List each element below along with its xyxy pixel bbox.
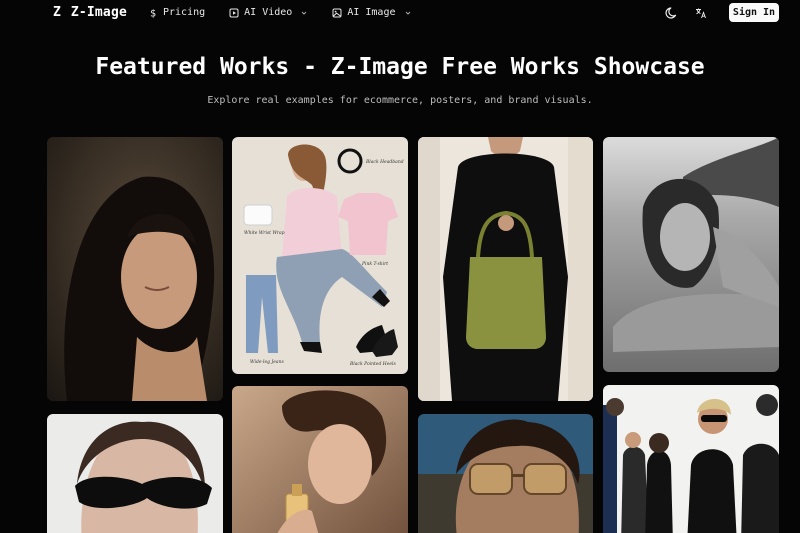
main-nav: $ Pricing AI Video AI Image [148,7,436,18]
nav-ai-image-label: AI Image [347,7,396,18]
brand-name: Z-Image [70,5,128,20]
chevron-down-icon [404,9,412,17]
fashion-label-jeans: Wide-leg Jeans [250,359,285,365]
nav-ai-image[interactable]: AI Image [332,7,411,18]
logo[interactable]: Z Z-Image [53,5,127,20]
page-subtitle: Explore real examples for ecommerce, pos… [207,95,593,106]
dollar-icon: $ [148,8,158,18]
chevron-down-icon [300,9,308,17]
portrait-image [603,137,779,372]
gallery-image-fashion-flatlay[interactable]: Black Headband White Wrist Wrap Pink T-s… [232,137,408,374]
gallery-image-dark-portrait[interactable] [47,137,223,401]
fashion-label-tshirt: Pink T-shirt [361,261,388,267]
nav-ai-video-label: AI Video [244,7,293,18]
page-title: Featured Works - Z-Image Free Works Show… [95,54,705,80]
moon-icon [665,7,677,19]
image-icon [332,8,342,18]
portrait-image [232,386,408,533]
gallery-image-green-tote[interactable] [418,137,593,401]
nav-ai-video[interactable]: AI Video [229,7,308,18]
fashion-collage-image: Black Headband White Wrist Wrap Pink T-s… [232,137,408,374]
gallery-image-perfume[interactable] [232,386,408,533]
fashion-label-wrist-wrap: White Wrist Wrap [244,230,285,236]
svg-text:$: $ [150,8,156,18]
product-image [418,137,593,401]
portrait-image [47,414,223,533]
nav-pricing-label: Pricing [163,7,206,18]
video-icon [229,8,239,18]
gallery-image-street-group[interactable] [603,385,779,533]
top-nav: Z Z-Image $ Pricing AI Video AI Image Si… [0,0,800,26]
group-photo-image [603,385,779,533]
gallery-image-retro-glasses[interactable] [418,414,593,533]
sign-in-button[interactable]: Sign In [729,3,779,22]
language-button[interactable] [694,6,708,20]
portrait-image [418,414,593,533]
nav-pricing[interactable]: $ Pricing [148,7,205,18]
fashion-label-headband: Black Headband [365,159,404,165]
gallery-image-beach-portrait[interactable] [603,137,779,372]
gallery-image-sunglasses[interactable] [47,414,223,533]
logo-mark: Z [53,5,61,20]
translate-icon [696,8,706,19]
portrait-image [47,137,223,401]
fashion-label-heels: Black Pointed Heels [349,361,396,367]
theme-toggle-button[interactable] [664,5,680,21]
